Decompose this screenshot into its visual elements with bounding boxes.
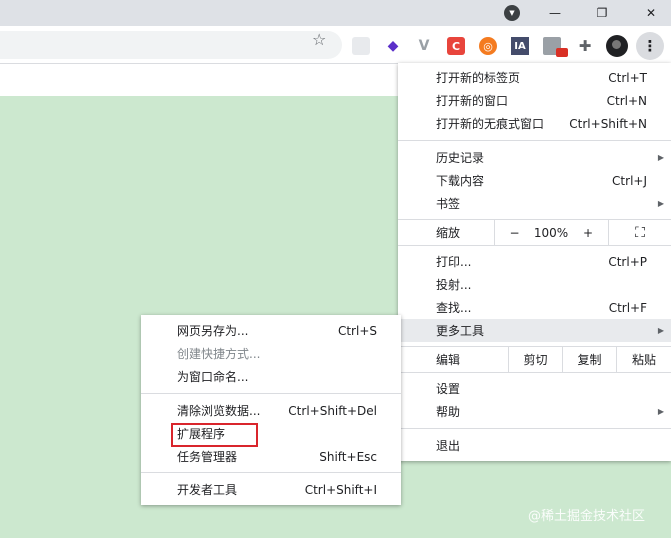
menu-item-label: 投射... (436, 278, 472, 292)
submenu-item-save-page[interactable]: 网页另存为... Ctrl+S (141, 319, 401, 342)
menu-item-label: 网页另存为... (177, 324, 249, 338)
menu-item-find[interactable]: 查找... Ctrl+F (398, 296, 671, 319)
chevron-right-icon: ▶ (657, 407, 664, 416)
gray-square-icon[interactable] (352, 37, 370, 55)
menu-item-shortcut: Ctrl+F (608, 300, 647, 315)
menu-item-shortcut: Ctrl+Shift+N (569, 116, 647, 131)
chevron-right-icon: ▶ (657, 153, 664, 162)
menu-separator (398, 428, 671, 429)
title-bar: ▼ — ❐ ✕ (0, 0, 671, 26)
menu-item-label: 任务管理器 (177, 450, 238, 464)
more-tools-submenu: 网页另存为... Ctrl+S 创建快捷方式... 为窗口命名... 清除浏览数… (141, 315, 401, 505)
watermark: @稀土掘金技术社区 (528, 509, 646, 524)
chevron-right-icon: ▶ (657, 326, 664, 335)
menu-separator (398, 140, 671, 141)
submenu-item-name-window[interactable]: 为窗口命名... (141, 365, 401, 388)
cut-button[interactable]: 剪切 (508, 347, 562, 372)
puzzle-icon[interactable]: ✚ (576, 37, 594, 55)
menu-item-bookmarks[interactable]: 书签 ▶ (398, 192, 671, 215)
menu-item-label: 查找... (436, 301, 472, 315)
purple-layers-icon[interactable]: ◆ (384, 37, 402, 55)
menu-item-exit[interactable]: 退出 (398, 434, 671, 457)
menu-item-shortcut: Ctrl+J (612, 173, 647, 188)
menu-item-downloads[interactable]: 下载内容 Ctrl+J (398, 169, 671, 192)
menu-item-label: 为窗口命名... (177, 370, 249, 384)
menu-item-shortcut: Shift+Esc (319, 449, 377, 464)
menu-item-help[interactable]: 帮助 ▶ (398, 400, 671, 423)
tab-search-icon[interactable]: ▼ (504, 5, 520, 21)
submenu-item-clear-data[interactable]: 清除浏览数据... Ctrl+Shift+Del (141, 399, 401, 422)
highlight-box (171, 423, 258, 447)
extension-badge (556, 48, 568, 57)
menu-item-new-tab[interactable]: 打开新的标签页 Ctrl+T (398, 66, 671, 89)
menu-item-label: 退出 (436, 439, 461, 453)
menu-item-label: 帮助 (436, 405, 461, 419)
menu-item-label: 更多工具 (436, 324, 485, 338)
menu-item-label: 打开新的标签页 (436, 71, 521, 85)
zoom-in-button[interactable]: + (568, 220, 608, 245)
address-bar[interactable] (0, 31, 342, 59)
menu-item-shortcut: Ctrl+T (608, 70, 647, 85)
menu-item-more-tools[interactable]: 更多工具 ▶ (398, 319, 671, 342)
maximize-button[interactable]: ❐ (582, 0, 622, 26)
minimize-button[interactable]: — (535, 0, 575, 26)
submenu-item-dev-tools[interactable]: 开发者工具 Ctrl+Shift+I (141, 478, 401, 501)
bookmark-star-icon[interactable]: ☆ (312, 31, 326, 49)
menu-item-label: 创建快捷方式... (177, 347, 261, 361)
submenu-item-create-shortcut[interactable]: 创建快捷方式... (141, 342, 401, 365)
chrome-main-menu: 打开新的标签页 Ctrl+T 打开新的窗口 Ctrl+N 打开新的无痕式窗口 C… (398, 63, 671, 461)
menu-item-label: 打开新的无痕式窗口 (436, 117, 545, 131)
menu-item-shortcut: Ctrl+Shift+Del (288, 403, 377, 418)
v-icon[interactable]: V (415, 37, 433, 55)
menu-item-cast[interactable]: 投射... (398, 273, 671, 296)
menu-item-shortcut: Ctrl+Shift+I (304, 482, 377, 497)
zoom-level: 100% (533, 225, 569, 240)
menu-item-settings[interactable]: 设置 (398, 377, 671, 400)
submenu-item-task-manager[interactable]: 任务管理器 Shift+Esc (141, 445, 401, 468)
fullscreen-icon[interactable]: ⛶ (608, 220, 671, 245)
menu-separator (398, 372, 671, 373)
avatar[interactable] (606, 35, 628, 57)
menu-separator (141, 393, 401, 394)
lifebuoy-icon[interactable]: ◎ (479, 37, 497, 55)
zoom-out-button[interactable]: − (494, 220, 534, 245)
menu-item-label: 书签 (436, 197, 461, 211)
menu-item-shortcut: Ctrl+P (608, 254, 647, 269)
menu-item-label: 缩放 (436, 226, 461, 240)
close-button[interactable]: ✕ (631, 0, 671, 26)
menu-item-label: 设置 (436, 382, 461, 396)
menu-item-label: 历史记录 (436, 151, 485, 165)
menu-item-print[interactable]: 打印... Ctrl+P (398, 250, 671, 273)
menu-item-label: 打印... (436, 255, 472, 269)
chevron-right-icon: ▶ (657, 199, 664, 208)
menu-item-shortcut: Ctrl+N (606, 93, 647, 108)
menu-item-label: 开发者工具 (177, 483, 238, 497)
menu-item-shortcut: Ctrl+S (337, 323, 377, 338)
menu-item-incognito[interactable]: 打开新的无痕式窗口 Ctrl+Shift+N (398, 112, 671, 135)
menu-item-label: 清除浏览数据... (177, 404, 261, 418)
menu-separator (398, 245, 671, 246)
ia-icon[interactable]: IA (511, 37, 529, 55)
menu-item-history[interactable]: 历史记录 ▶ (398, 146, 671, 169)
menu-kebab-icon[interactable]: ⋮ (636, 32, 664, 60)
browser-toolbar: ☆ ◆ V C ◎ IA ✚ ⋮ (0, 26, 671, 64)
copy-button[interactable]: 复制 (562, 347, 616, 372)
menu-item-label: 打开新的窗口 (436, 94, 509, 108)
paste-button[interactable]: 粘贴 (616, 347, 671, 372)
menu-item-label: 下载内容 (436, 174, 485, 188)
menu-item-new-window[interactable]: 打开新的窗口 Ctrl+N (398, 89, 671, 112)
menu-separator (141, 472, 401, 473)
menu-item-label: 编辑 (436, 353, 461, 367)
c-icon[interactable]: C (447, 37, 465, 55)
